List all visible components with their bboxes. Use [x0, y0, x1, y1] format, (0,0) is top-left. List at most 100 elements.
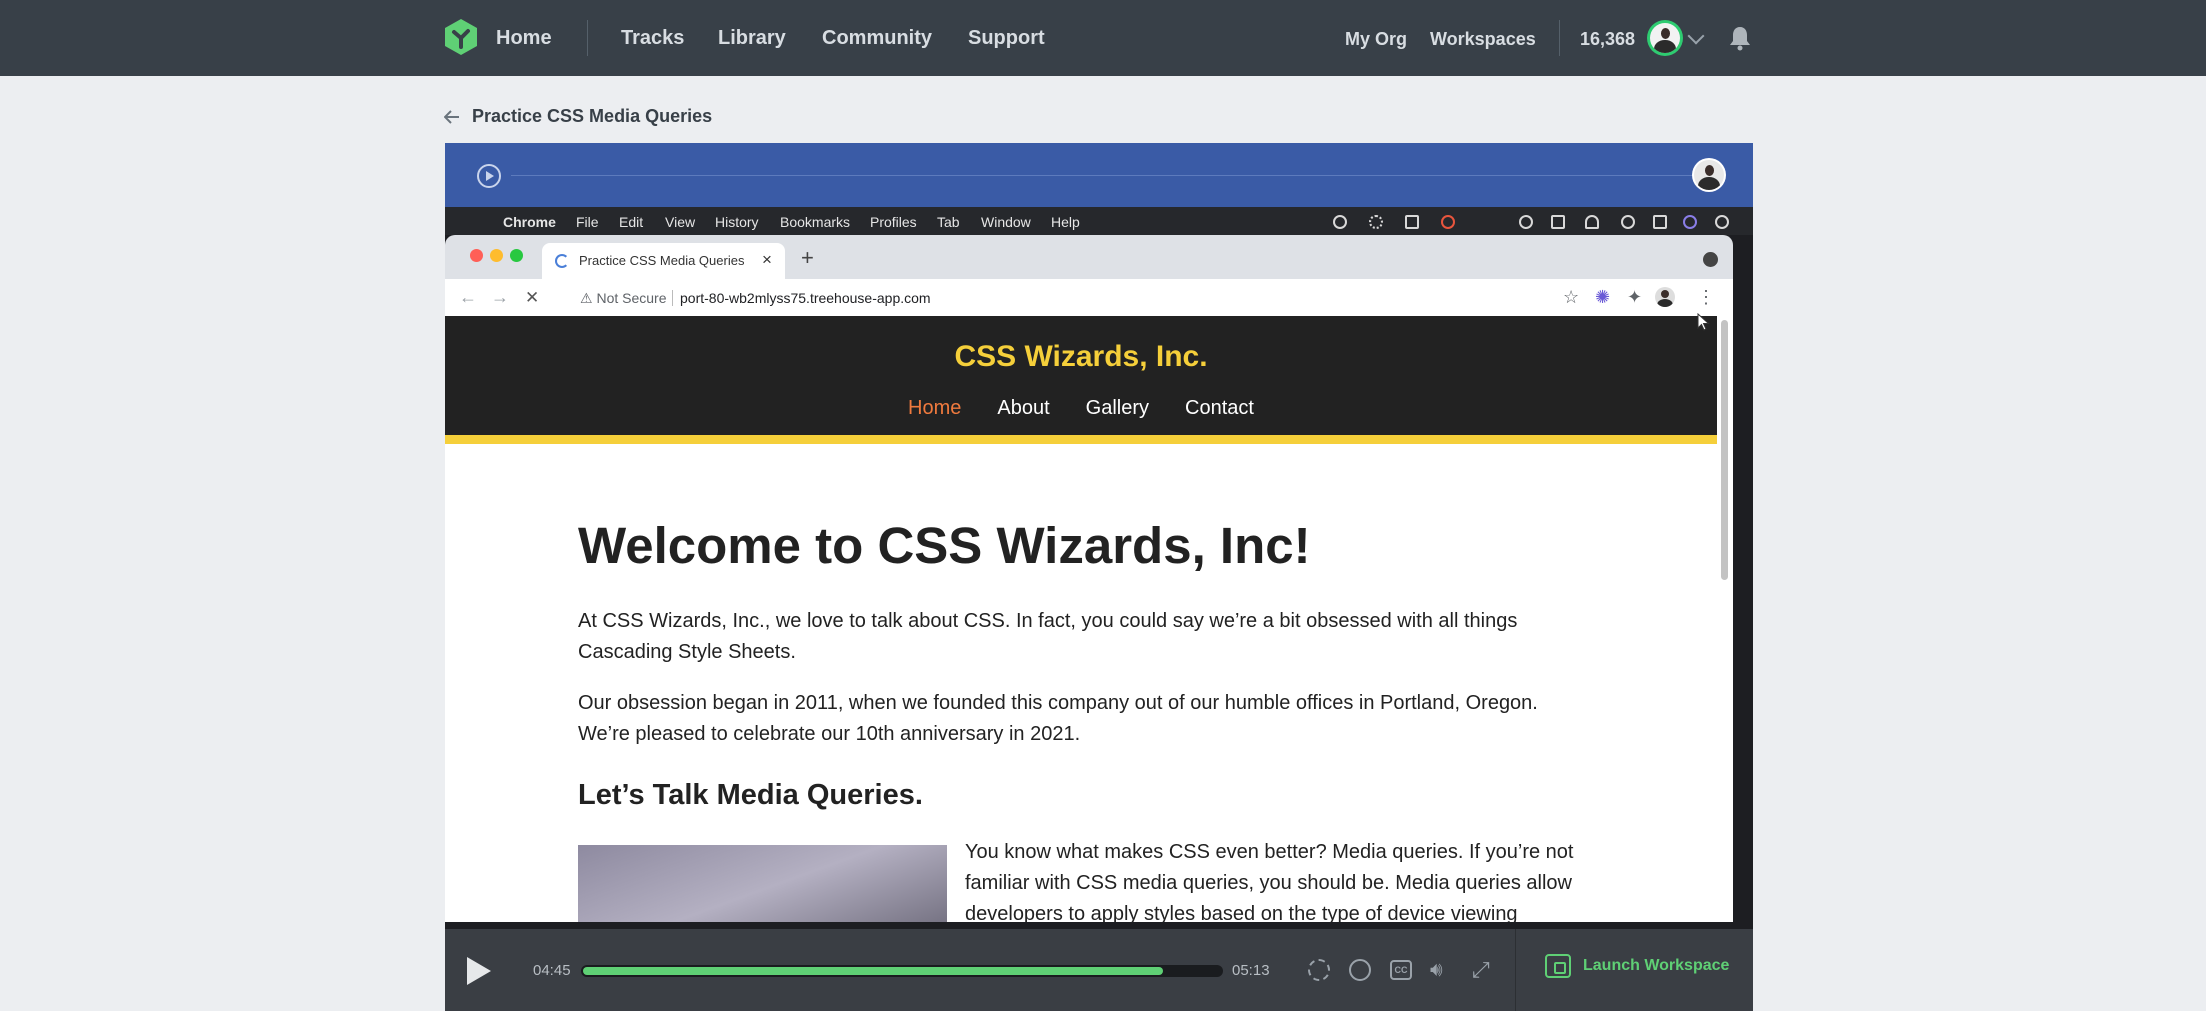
breadcrumb-title[interactable]: Practice CSS Media Queries: [472, 106, 712, 127]
section-heading: Let’s Talk Media Queries.: [578, 779, 923, 811]
rewind-10-icon[interactable]: [1308, 959, 1330, 981]
browser-toolbar: ← → ✕ ⚠ Not Secure port-80-wb2mlyss75.tr…: [445, 279, 1733, 316]
history-paragraph: Our obsession began in 2011, when we fou…: [578, 692, 1538, 745]
treehouse-logo-icon[interactable]: [443, 18, 479, 56]
site-nav-contact[interactable]: Contact: [1185, 397, 1254, 420]
puzzle-icon[interactable]: ✦: [1627, 287, 1642, 308]
web-page: CSS Wizards, Inc. Home About Gallery Con…: [445, 316, 1733, 922]
breadcrumb[interactable]: Practice CSS Media Queries: [444, 106, 712, 127]
chevron-down-icon[interactable]: [1687, 27, 1705, 45]
nav-library-link[interactable]: Library: [718, 25, 786, 51]
site-nav-gallery[interactable]: Gallery: [1086, 397, 1149, 420]
search-icon: [1519, 215, 1533, 229]
nav-divider: [587, 20, 588, 56]
page-scrollbar[interactable]: [1721, 320, 1728, 580]
user-avatar[interactable]: [1647, 20, 1683, 56]
nav-community-link[interactable]: Community: [822, 25, 932, 51]
points-count: 16,368: [1580, 29, 1636, 49]
tab-title: Practice CSS Media Queries: [579, 253, 745, 268]
controls-divider: [1515, 929, 1516, 1011]
wifi-icon: [1585, 215, 1599, 229]
site-nav-home[interactable]: Home: [908, 397, 961, 420]
search-icon: [1621, 215, 1635, 229]
browser-window: Practice CSS Media Queries × + ← → ✕ ⚠ N…: [445, 235, 1733, 922]
page-heading: Welcome to CSS Wizards, Inc!: [578, 517, 1311, 574]
current-time: 04:45: [533, 962, 571, 979]
bell-icon[interactable]: [1726, 24, 1754, 52]
mouse-cursor-icon: [1697, 313, 1710, 331]
nav-support-link[interactable]: Support: [968, 25, 1045, 51]
workspace-icon: [1545, 954, 1571, 978]
status-icon: [1405, 215, 1419, 229]
closed-captions-icon[interactable]: CC: [1390, 960, 1412, 980]
list-icon: [1551, 215, 1565, 229]
speed-icon[interactable]: [1349, 959, 1371, 981]
volume-icon[interactable]: 🔊︎: [1430, 959, 1443, 982]
launch-workspace-button[interactable]: Launch Workspace: [1545, 954, 1729, 978]
menu-item: History: [715, 214, 759, 230]
minimize-window-button[interactable]: [490, 249, 503, 262]
launch-workspace-label: Launch Workspace: [1583, 957, 1730, 974]
menu-item: Edit: [619, 214, 644, 230]
top-navigation: Home Tracks Library Community Support My…: [0, 0, 2206, 76]
media-queries-paragraph: You know what makes CSS even better? Med…: [965, 841, 1574, 922]
duration: 05:13: [1232, 962, 1270, 979]
nav-tracks-link[interactable]: Tracks: [621, 25, 684, 51]
clock-icon: [1715, 215, 1729, 229]
warning-icon: ⚠: [580, 290, 593, 306]
site-nav: Home About Gallery Contact: [445, 397, 1717, 420]
maximize-window-button[interactable]: [510, 249, 523, 262]
nav-home-link[interactable]: Home: [496, 25, 552, 51]
back-icon[interactable]: ←: [459, 287, 477, 308]
nav-workspaces-link[interactable]: Workspaces: [1430, 26, 1536, 52]
progress-bar[interactable]: [581, 965, 1223, 977]
menu-item: Tab: [937, 214, 960, 230]
menu-item: File: [576, 214, 599, 230]
arrow-left-icon[interactable]: [444, 109, 460, 124]
tab-search-icon[interactable]: [1703, 252, 1718, 267]
close-tab-icon[interactable]: ×: [762, 250, 772, 270]
nav-divider: [1559, 20, 1560, 56]
new-tab-icon[interactable]: +: [801, 245, 814, 271]
play-circle-icon[interactable]: [477, 164, 501, 188]
gear-icon: [1369, 215, 1383, 229]
chapter-track[interactable]: [511, 175, 1725, 176]
video-player: Chrome File Edit View History Bookmarks …: [445, 143, 1753, 1011]
instructor-avatar: [1692, 158, 1726, 192]
profile-avatar[interactable]: [1655, 287, 1675, 307]
control-center-icon: [1653, 215, 1667, 229]
browser-tab[interactable]: Practice CSS Media Queries ×: [542, 243, 785, 279]
close-window-button[interactable]: [470, 249, 483, 262]
url-divider: [672, 290, 673, 306]
mac-menu-bar: Chrome File Edit View History Bookmarks …: [445, 207, 1753, 235]
forward-icon[interactable]: →: [491, 287, 509, 308]
menu-item: Window: [981, 214, 1031, 230]
stop-loading-icon[interactable]: ✕: [525, 288, 539, 308]
record-icon: [1333, 215, 1347, 229]
player-controls: 04:45 05:13 CC 🔊︎ ⤢ Launch Workspace: [445, 929, 1753, 1011]
site-title: CSS Wizards, Inc.: [954, 340, 1208, 373]
menu-item: Profiles: [870, 214, 917, 230]
player-top-bar: [445, 143, 1753, 207]
menu-item: Bookmarks: [780, 214, 851, 230]
nav-my-org-link[interactable]: My Org: [1345, 26, 1407, 52]
site-nav-about[interactable]: About: [997, 397, 1049, 420]
laptop-photo: [578, 845, 947, 922]
loading-spinner-icon: [555, 254, 569, 268]
url-text: port-80-wb2mlyss75.treehouse-app.com: [680, 290, 931, 306]
fullscreen-icon[interactable]: ⤢: [1472, 957, 1490, 983]
star-icon[interactable]: ☆: [1563, 287, 1579, 308]
menu-item: Help: [1051, 214, 1080, 230]
extension-icon[interactable]: ✺: [1595, 287, 1610, 308]
not-secure-label: ⚠ Not Secure: [580, 290, 667, 307]
progress-fill: [583, 967, 1164, 975]
play-icon[interactable]: [467, 957, 491, 985]
intro-paragraph: At CSS Wizards, Inc., we love to talk ab…: [578, 610, 1518, 663]
status-icon: [1441, 215, 1455, 229]
menu-item: Chrome: [503, 214, 556, 230]
address-bar[interactable]: ⚠ Not Secure port-80-wb2mlyss75.treehous…: [560, 284, 1584, 311]
status-icon: [1683, 215, 1697, 229]
not-secure-text: Not Secure: [596, 290, 667, 306]
site-header: CSS Wizards, Inc. Home About Gallery Con…: [445, 316, 1717, 444]
more-vertical-icon[interactable]: ⋮: [1697, 287, 1715, 308]
